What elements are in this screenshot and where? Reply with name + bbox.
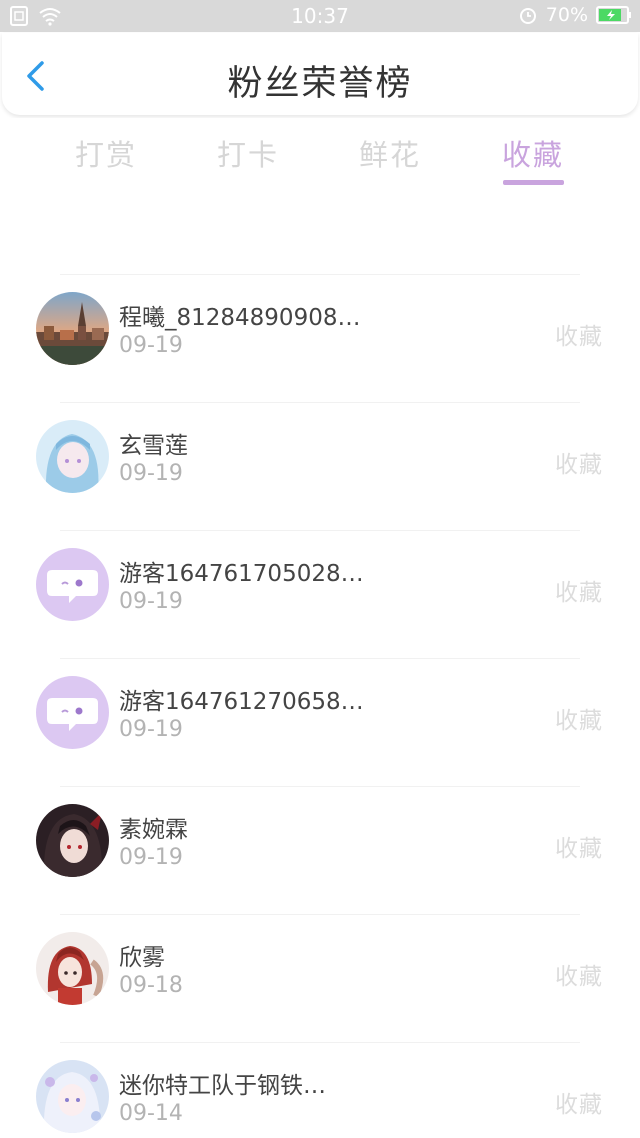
battery-icon bbox=[596, 6, 631, 24]
status-bar: 10:37 70% bbox=[0, 0, 640, 32]
date-label: 09-19 bbox=[119, 461, 183, 486]
favorite-label: 收藏 bbox=[555, 836, 603, 862]
battery-percent: 70% bbox=[545, 4, 588, 26]
active-tab-indicator bbox=[503, 180, 564, 185]
user-name: 欣雾 bbox=[119, 945, 165, 971]
favorite-label: 收藏 bbox=[555, 324, 603, 350]
user-name: 素婉霖 bbox=[119, 817, 188, 843]
red-anime-avatar bbox=[36, 932, 109, 1005]
tab-checkin[interactable]: 打卡 bbox=[193, 132, 303, 174]
date-label: 09-19 bbox=[119, 717, 183, 742]
alarm-icon bbox=[519, 8, 536, 24]
header-bar: 粉丝荣誉榜 bbox=[2, 33, 638, 115]
avatar bbox=[36, 1060, 109, 1133]
list-item[interactable]: 游客164761270658… 09-19 收藏 bbox=[0, 658, 640, 786]
user-name: 迷你特工队于钢铁… bbox=[119, 1073, 326, 1099]
list-item[interactable]: 素婉霖 09-19 收藏 bbox=[0, 786, 640, 914]
favorite-label: 收藏 bbox=[555, 1092, 603, 1118]
date-label: 09-14 bbox=[119, 1101, 183, 1126]
date-label: 09-19 bbox=[119, 333, 183, 358]
favorite-label: 收藏 bbox=[555, 452, 603, 478]
page-title: 粉丝荣誉榜 bbox=[227, 64, 413, 104]
dark-anime-avatar bbox=[36, 804, 109, 877]
favorite-label: 收藏 bbox=[555, 708, 603, 734]
avatar bbox=[36, 292, 109, 365]
city-photo-avatar bbox=[36, 292, 109, 365]
avatar bbox=[36, 804, 109, 877]
user-name: 玄雪莲 bbox=[119, 433, 188, 459]
user-name: 游客164761270658… bbox=[119, 689, 364, 715]
avatar bbox=[36, 420, 109, 493]
default-chat-avatar bbox=[36, 676, 109, 749]
favorite-label: 收藏 bbox=[555, 964, 603, 990]
avatar bbox=[36, 932, 109, 1005]
fan-list: 09-24 收藏 程曦_81284890908… 09-19 收藏 bbox=[0, 190, 640, 1138]
list-item[interactable]: 程曦_81284890908… 09-19 收藏 bbox=[0, 274, 640, 402]
list-item[interactable]: 玄雪莲 09-19 收藏 bbox=[0, 402, 640, 530]
anime-girl-avatar bbox=[36, 420, 109, 493]
date-label: 09-19 bbox=[119, 589, 183, 614]
date-label: 09-19 bbox=[119, 845, 183, 870]
favorite-label: 收藏 bbox=[555, 580, 603, 606]
tab-reward[interactable]: 打赏 bbox=[51, 132, 161, 174]
default-chat-avatar bbox=[36, 548, 109, 621]
tab-flowers[interactable]: 鲜花 bbox=[335, 132, 445, 174]
date-label: 09-18 bbox=[119, 973, 183, 998]
avatar bbox=[36, 676, 109, 749]
list-item[interactable]: 09-24 收藏 bbox=[0, 190, 640, 254]
list-item[interactable]: 欣雾 09-18 收藏 bbox=[0, 914, 640, 1042]
list-item[interactable]: 游客164761705028… 09-19 收藏 bbox=[0, 530, 640, 658]
tab-favorites[interactable]: 收藏 bbox=[478, 132, 588, 174]
user-name: 程曦_81284890908… bbox=[119, 305, 361, 331]
white-anime-avatar bbox=[36, 1060, 109, 1133]
list-item[interactable]: 迷你特工队于钢铁… 09-14 收藏 bbox=[0, 1042, 640, 1138]
user-name: 游客164761705028… bbox=[119, 561, 364, 587]
avatar bbox=[36, 548, 109, 621]
